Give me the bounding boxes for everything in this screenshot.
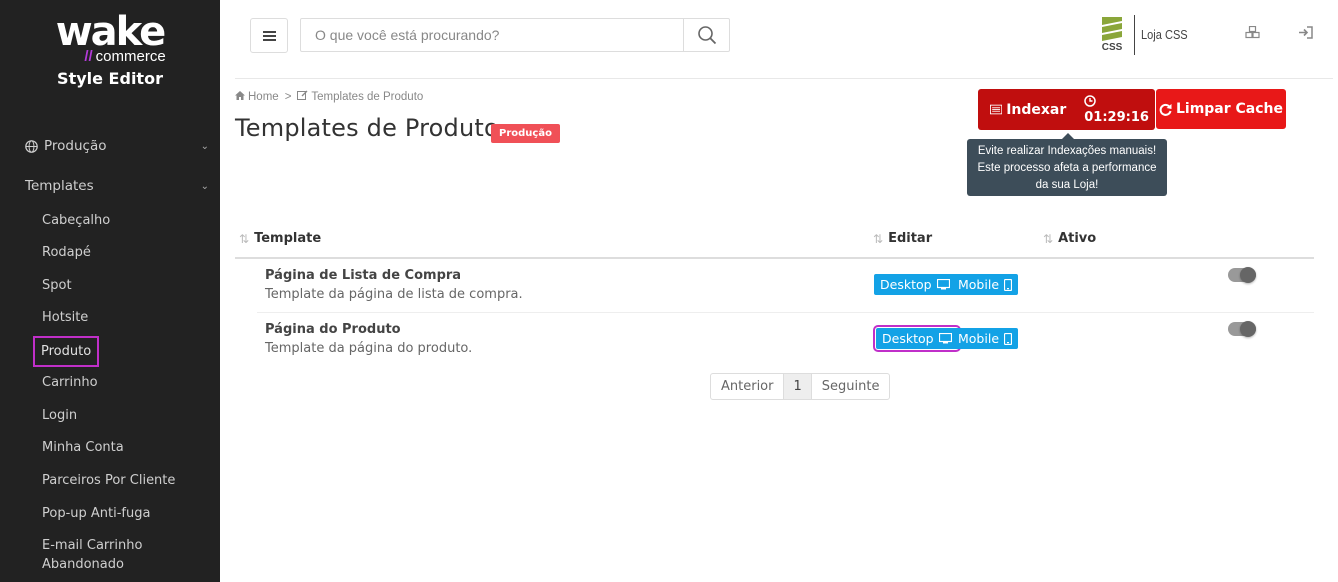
breadcrumb: Home > Templates de Produto xyxy=(235,90,423,103)
row-description: Template da página do produto. xyxy=(265,341,473,356)
sidebar: wake //commerce Style Editor Produção ⌄ … xyxy=(0,0,220,582)
sign-in-icon[interactable] xyxy=(1298,26,1313,42)
sidebar-group-label: Produção xyxy=(44,138,107,154)
active-toggle[interactable] xyxy=(1228,267,1256,283)
page-title: Templates de Produto xyxy=(235,114,499,142)
desktop-label: Desktop xyxy=(880,277,932,292)
brand-separator xyxy=(1134,15,1135,55)
sidebar-item-spot[interactable]: Spot xyxy=(42,276,72,295)
sidebar-group-label: Templates xyxy=(25,178,94,194)
sidebar-item-parceiros[interactable]: Parceiros Por Cliente xyxy=(42,471,175,490)
clock-icon xyxy=(1084,94,1097,107)
home-icon xyxy=(235,90,245,103)
column-label: Ativo xyxy=(1058,231,1097,246)
chevron-down-icon: ⌄ xyxy=(200,180,209,192)
toggle-knob xyxy=(1240,321,1256,337)
index-button[interactable]: Indexar 01:29:16 xyxy=(978,89,1155,130)
clear-cache-button[interactable]: Limpar Cache xyxy=(1156,89,1286,129)
row-title: Página do Produto xyxy=(265,322,401,337)
refresh-icon xyxy=(1159,103,1172,116)
pagination-prev[interactable]: Anterior xyxy=(711,374,783,399)
desktop-edit-button[interactable]: Desktop xyxy=(874,274,956,295)
sidebar-item-hotsite[interactable]: Hotsite xyxy=(42,308,88,327)
list-icon xyxy=(990,104,1003,115)
column-header-template[interactable]: ⇅ Template xyxy=(239,231,321,246)
sidebar-item-carrinho[interactable]: Carrinho xyxy=(42,373,98,392)
environment-badge: Produção xyxy=(491,124,560,143)
index-warning-tooltip: Evite realizar Indexações manuais! Este … xyxy=(967,133,1167,196)
mobile-edit-button[interactable]: Mobile xyxy=(952,328,1019,349)
search-bar xyxy=(300,18,730,52)
clear-cache-label: Limpar Cache xyxy=(1175,101,1284,117)
edit-icon xyxy=(297,90,308,103)
logo-brand: wake xyxy=(55,9,167,55)
mobile-icon xyxy=(1004,332,1013,345)
row-divider xyxy=(257,312,1314,313)
toggle-knob xyxy=(1240,267,1256,283)
globe-icon xyxy=(25,139,38,153)
row-title: Página de Lista de Compra xyxy=(265,268,462,283)
pagination: Anterior 1 Seguinte xyxy=(710,373,891,400)
search-icon xyxy=(697,26,716,45)
sidebar-item-produto[interactable]: Produto xyxy=(33,336,100,367)
sort-icon: ⇅ xyxy=(873,231,884,246)
mobile-icon xyxy=(1004,278,1013,291)
sidebar-item-rodape[interactable]: Rodapé xyxy=(42,243,91,262)
row-description: Template da página de lista de compra. xyxy=(265,287,523,302)
index-label: Indexar xyxy=(1006,101,1067,118)
desktop-edit-button[interactable]: Desktop xyxy=(873,325,961,352)
column-header-ativo[interactable]: ⇅ Ativo xyxy=(1043,231,1096,246)
store-name[interactable]: Loja CSS xyxy=(1141,27,1188,42)
sort-icon: ⇅ xyxy=(1043,231,1054,246)
index-timer-value: 01:29:16 xyxy=(1084,109,1149,125)
sidebar-group-templates[interactable]: Templates ⌄ xyxy=(25,178,215,194)
pagination-next[interactable]: Seguinte xyxy=(812,374,890,399)
desktop-label: Desktop xyxy=(882,331,934,346)
breadcrumb-current: Templates de Produto xyxy=(311,90,424,103)
sidebar-item-email-carrinho[interactable]: E-mail Carrinho Abandonado xyxy=(42,536,182,574)
chevron-down-icon: ⌄ xyxy=(200,140,209,152)
column-label: Template xyxy=(254,231,322,246)
sidebar-item-minha-conta[interactable]: Minha Conta xyxy=(42,438,124,457)
breadcrumb-separator: > xyxy=(284,90,292,103)
header-divider xyxy=(235,78,1333,79)
hamburger-menu-button[interactable] xyxy=(250,18,288,53)
search-button[interactable] xyxy=(683,19,729,51)
store-logo-icon[interactable]: CSS xyxy=(1098,16,1126,52)
store-logo-text: CSS xyxy=(1102,42,1123,52)
wake-commerce-logo[interactable]: wake //commerce Style Editor xyxy=(0,12,220,88)
sidebar-item-popup-antifuga[interactable]: Pop-up Anti-fuga xyxy=(42,504,150,523)
column-header-editar[interactable]: ⇅ Editar xyxy=(873,231,932,246)
breadcrumb-home[interactable]: Home xyxy=(248,91,279,103)
mobile-label: Mobile xyxy=(958,331,1000,346)
column-label: Editar xyxy=(888,231,933,246)
active-toggle[interactable] xyxy=(1228,321,1256,337)
logo-title: Style Editor xyxy=(57,69,163,88)
search-input[interactable] xyxy=(301,19,683,51)
sidebar-item-login[interactable]: Login xyxy=(42,406,77,425)
table-header-divider xyxy=(235,257,1314,259)
mobile-label: Mobile xyxy=(958,277,1000,292)
monitor-icon xyxy=(936,279,950,290)
sidebar-group-producao[interactable]: Produção ⌄ xyxy=(25,138,215,154)
monitor-icon xyxy=(938,333,952,344)
pagination-page[interactable]: 1 xyxy=(783,374,812,399)
hamburger-icon xyxy=(262,30,276,41)
cubes-icon[interactable] xyxy=(1245,25,1260,42)
logo-sub: //commerce xyxy=(84,48,166,65)
sidebar-item-cabecalho[interactable]: Cabeçalho xyxy=(42,211,110,230)
mobile-edit-button[interactable]: Mobile xyxy=(952,274,1019,295)
sort-icon: ⇅ xyxy=(239,231,250,246)
index-timer: 01:29:16 xyxy=(1084,94,1155,125)
